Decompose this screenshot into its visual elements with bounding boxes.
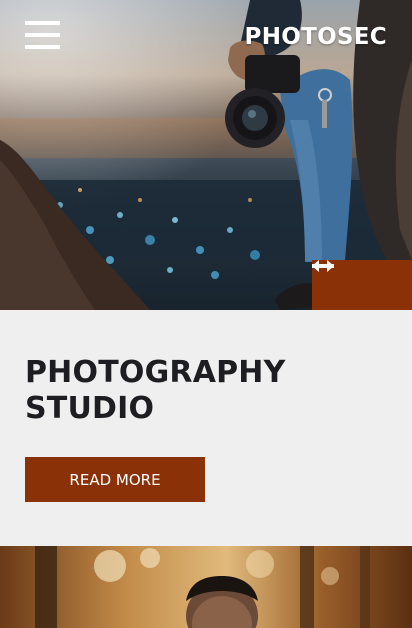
hero-content: PHOTOGRAPHY STUDIO READ MORE — [0, 310, 412, 546]
menu-line — [25, 45, 60, 49]
portrait-photo — [35, 546, 370, 628]
arrow-right-icon[interactable] — [312, 260, 412, 310]
hamburger-menu-icon[interactable] — [25, 21, 60, 49]
brand-logo[interactable]: PHOTOSEC — [245, 24, 387, 50]
portrait-image — [0, 546, 412, 628]
read-more-button[interactable]: READ MORE — [25, 457, 205, 502]
slider-navigation — [312, 260, 412, 310]
menu-line — [25, 21, 60, 25]
hero-title: PHOTOGRAPHY STUDIO — [25, 355, 286, 426]
hero-image: PHOTOSEC — [0, 0, 412, 310]
page: PHOTOSEC PHOTOGRAPHY STUDIO READ MORE — [0, 0, 412, 628]
menu-line — [25, 33, 60, 37]
